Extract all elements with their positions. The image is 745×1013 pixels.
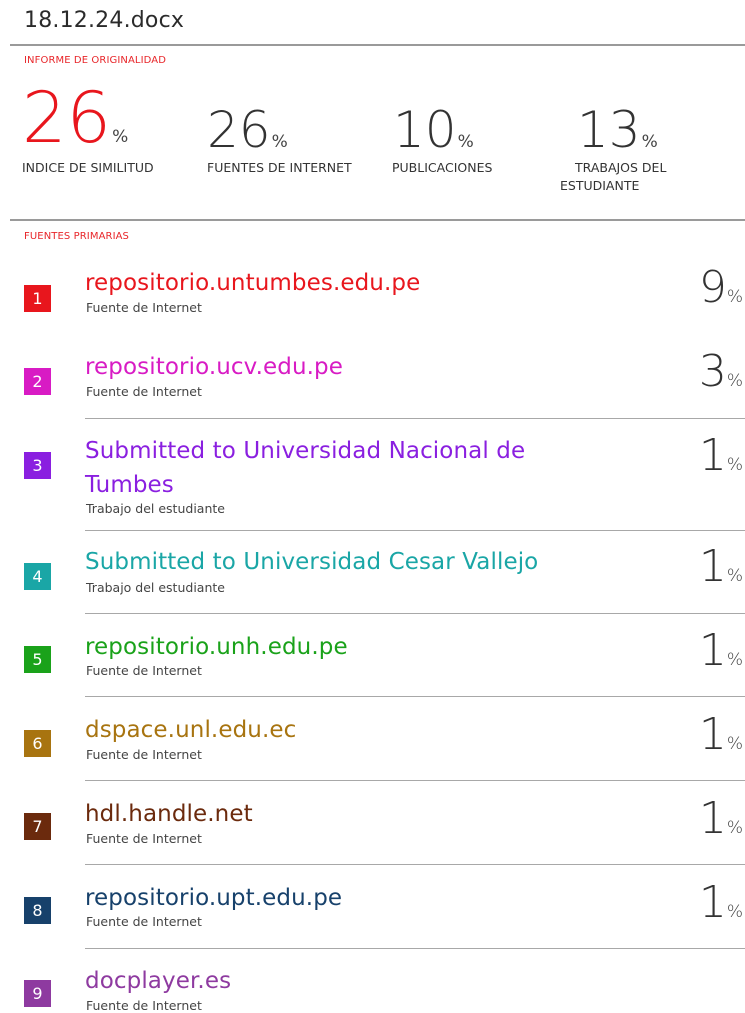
source-name: repositorio.untumbes.edu.pe xyxy=(85,270,421,296)
source-percent: 1% xyxy=(699,541,743,592)
internet-sources-unit: % xyxy=(271,132,288,152)
source-name: repositorio.unh.edu.pe xyxy=(85,634,348,660)
source-percent-unit: % xyxy=(726,455,743,475)
student-papers-label-line2: ESTUDIANTE xyxy=(560,178,640,193)
source-type: Fuente de Internet xyxy=(86,300,202,315)
source-percent: 1% xyxy=(699,793,743,844)
internet-sources-value: 26 xyxy=(207,101,271,159)
source-type: Trabajo del estudiante xyxy=(86,501,225,516)
publications-label: PUBLICACIONES xyxy=(392,160,493,175)
source-name: docplayer.es xyxy=(85,968,232,994)
similarity-index-label: INDICE DE SIMILITUD xyxy=(22,160,154,175)
internet-sources-label: FUENTES DE INTERNET xyxy=(207,160,352,175)
source-rank-badge: 6 xyxy=(24,730,51,757)
source-percent: 3% xyxy=(699,346,743,397)
source-name: dspace.unl.edu.ec xyxy=(85,717,297,743)
row-divider xyxy=(85,696,745,697)
source-percent-value: 1 xyxy=(698,430,727,481)
source-name-line2: Tumbes xyxy=(85,472,174,498)
source-name: hdl.handle.net xyxy=(85,801,253,827)
student-papers-label-line1: TRABAJOS DEL xyxy=(575,160,667,175)
report-heading: INFORME DE ORIGINALIDAD xyxy=(24,55,166,66)
source-percent-unit: % xyxy=(726,287,743,307)
source-percent-unit: % xyxy=(726,650,743,670)
document-title: 18.12.24.docx xyxy=(24,8,185,33)
source-percent-unit: % xyxy=(726,371,743,391)
internet-sources-stat: 26% xyxy=(207,104,288,156)
source-rank-badge: 5 xyxy=(24,646,51,673)
publications-stat: 10% xyxy=(393,104,474,156)
source-rank-badge: 7 xyxy=(24,813,51,840)
source-name-line1: Submitted to Universidad Nacional de xyxy=(85,438,526,464)
publications-unit: % xyxy=(457,132,474,152)
source-percent-unit: % xyxy=(726,818,743,838)
source-type: Fuente de Internet xyxy=(86,384,202,399)
source-type: Fuente de Internet xyxy=(86,663,202,678)
publications-value: 10 xyxy=(393,101,457,159)
student-papers-stat: 13% xyxy=(577,104,658,156)
source-rank-badge: 1 xyxy=(24,285,51,312)
source-percent: 1% xyxy=(699,877,743,928)
row-divider xyxy=(85,530,745,531)
source-rank-badge: 2 xyxy=(24,368,51,395)
row-divider xyxy=(85,864,745,865)
source-type: Fuente de Internet xyxy=(86,998,202,1013)
student-papers-unit: % xyxy=(641,132,658,152)
student-papers-value: 13 xyxy=(577,101,641,159)
source-type: Fuente de Internet xyxy=(86,831,202,846)
source-type: Fuente de Internet xyxy=(86,914,202,929)
stats-divider xyxy=(10,219,745,221)
source-percent-value: 3 xyxy=(698,346,727,397)
source-name: Submitted to Universidad Cesar Vallejo xyxy=(85,549,539,575)
source-name: repositorio.ucv.edu.pe xyxy=(85,354,344,380)
source-percent: 1% xyxy=(699,625,743,676)
source-name: repositorio.upt.edu.pe xyxy=(85,885,343,911)
source-percent: 9% xyxy=(699,262,743,313)
source-percent-value: 1 xyxy=(698,793,727,844)
row-divider xyxy=(85,613,745,614)
source-rank-badge: 3 xyxy=(24,452,51,479)
source-type: Fuente de Internet xyxy=(86,747,202,762)
title-divider xyxy=(10,44,745,46)
source-type: Trabajo del estudiante xyxy=(86,580,225,595)
source-rank-badge: 8 xyxy=(24,897,51,924)
source-percent-unit: % xyxy=(726,902,743,922)
row-divider xyxy=(85,418,745,419)
source-percent-value: 1 xyxy=(698,625,727,676)
source-percent-value: 1 xyxy=(698,877,727,928)
source-percent: 1% xyxy=(699,430,743,481)
similarity-index-stat: 26% xyxy=(22,83,129,153)
source-percent: 1% xyxy=(699,709,743,760)
source-rank-badge: 4 xyxy=(24,563,51,590)
similarity-index-value: 26 xyxy=(22,77,112,159)
row-divider xyxy=(85,948,745,949)
source-percent-value: 1 xyxy=(698,709,727,760)
source-rank-badge: 9 xyxy=(24,980,51,1007)
row-divider xyxy=(85,780,745,781)
primary-sources-heading: FUENTES PRIMARIAS xyxy=(24,231,130,242)
similarity-index-unit: % xyxy=(112,127,129,147)
source-percent-unit: % xyxy=(726,566,743,586)
source-percent-value: 1 xyxy=(698,541,727,592)
source-percent-unit: % xyxy=(726,734,743,754)
source-percent-value: 9 xyxy=(698,262,727,313)
